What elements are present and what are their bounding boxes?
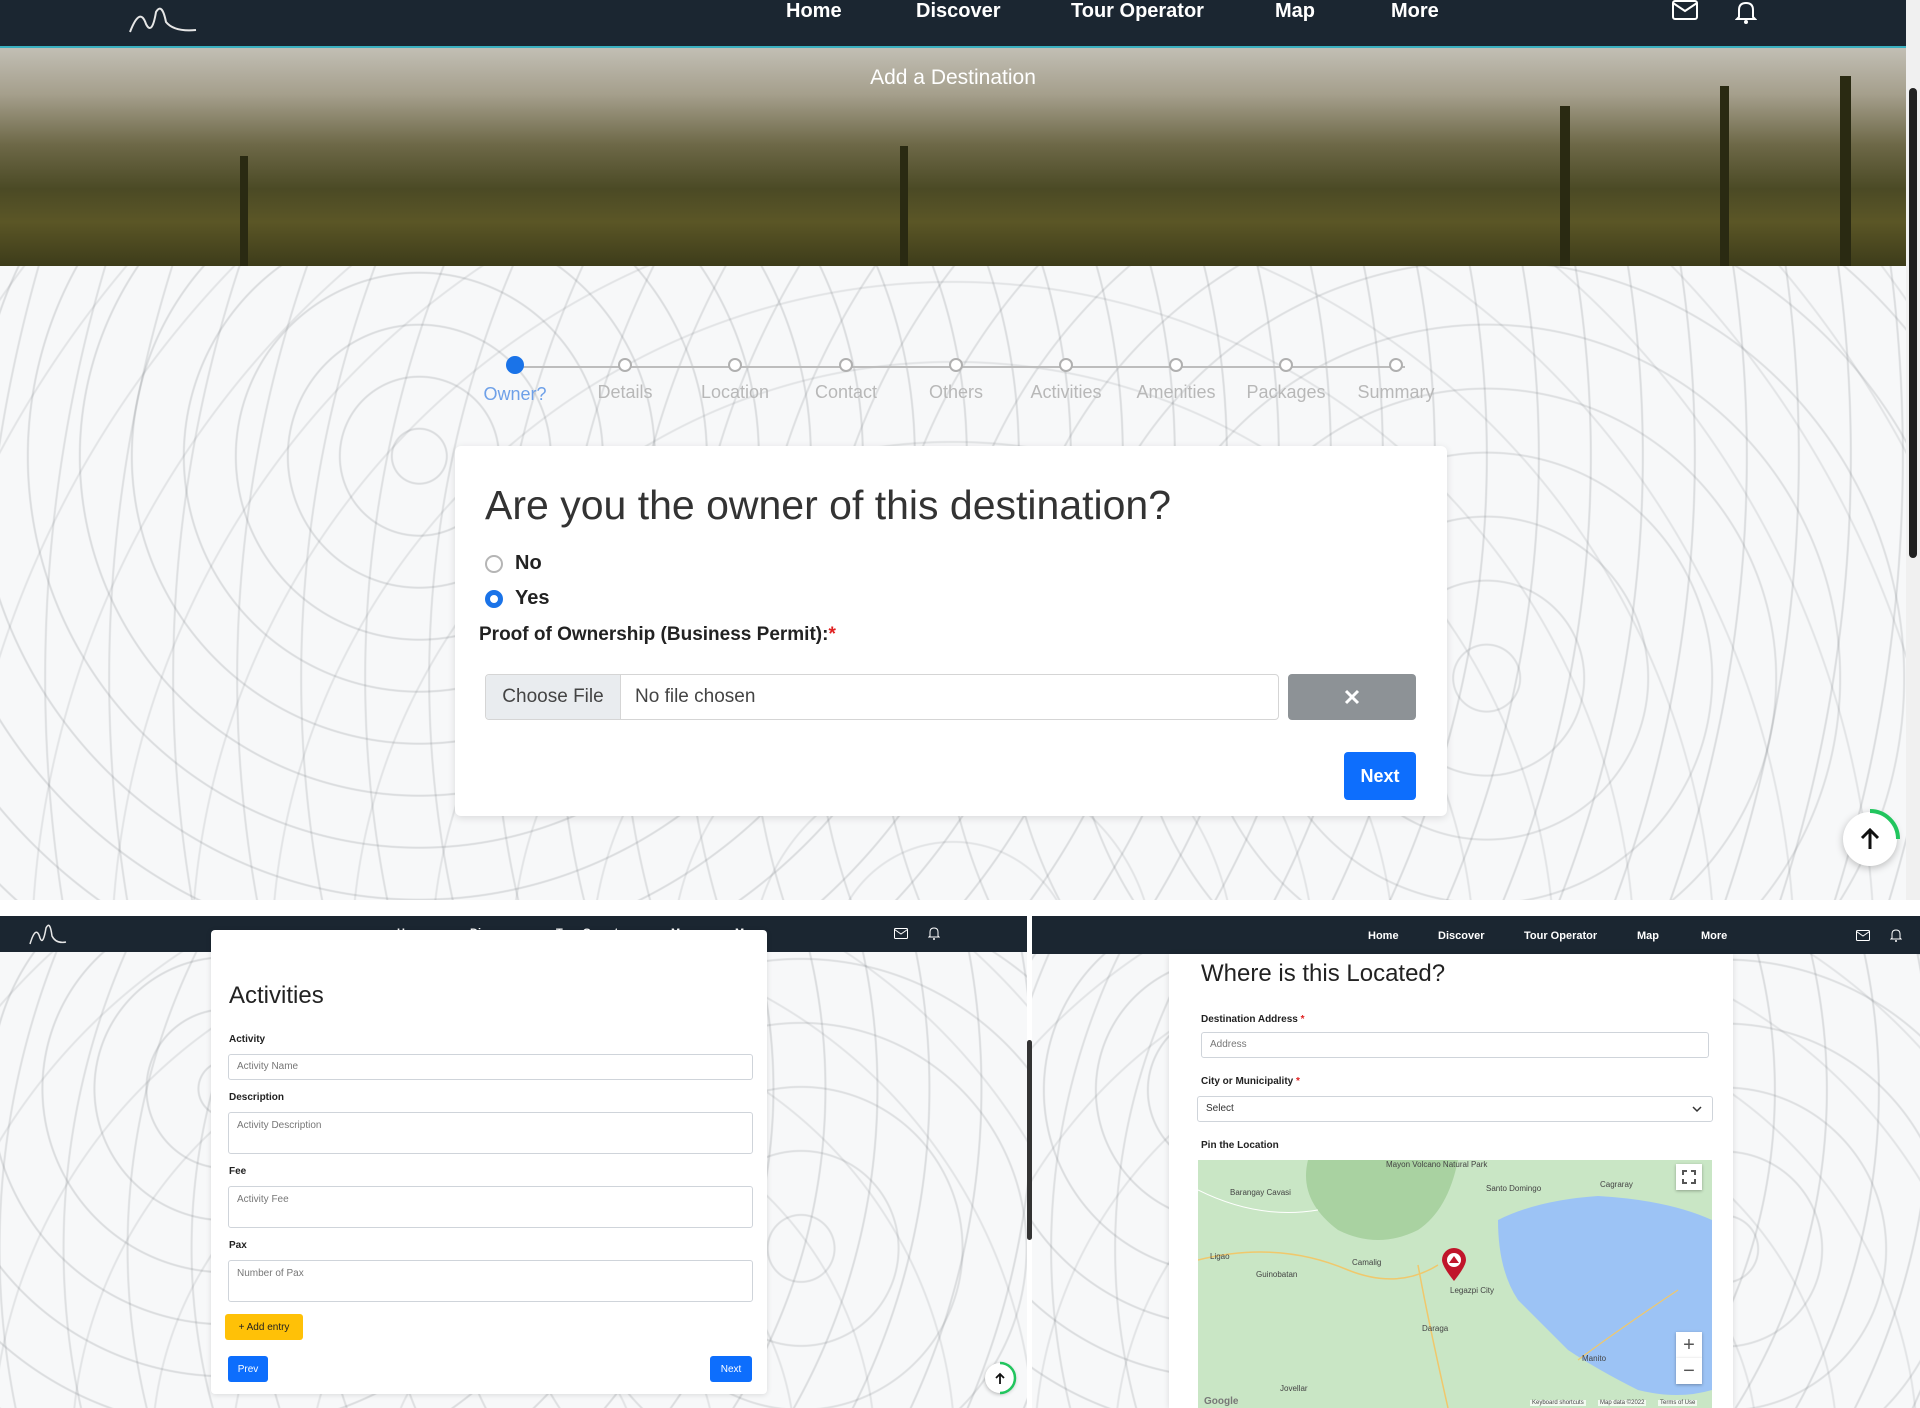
location-title: Where is this Located? — [1201, 960, 1446, 987]
fullscreen-icon — [1682, 1170, 1696, 1184]
proof-of-ownership-label: Proof of Ownership (Business Permit):* — [479, 624, 836, 645]
activity-description-input[interactable]: Activity Description — [228, 1112, 753, 1154]
chevron-down-icon — [1692, 1105, 1702, 1113]
step-amenities[interactable]: Amenities — [1121, 350, 1231, 403]
pin-location-label: Pin the Location — [1201, 1140, 1279, 1151]
scroll-to-top-button[interactable] — [1843, 809, 1900, 866]
fullscreen-button[interactable] — [1676, 1164, 1702, 1190]
pax-label: Pax — [229, 1240, 247, 1251]
nav-tour-operator[interactable]: Tour Operator — [1071, 0, 1204, 22]
step-packages[interactable]: Packages — [1231, 350, 1341, 403]
location-map[interactable]: Mayon Volcano Natural Park Barangay Cava… — [1198, 1160, 1712, 1408]
nav-map[interactable]: Map — [1275, 0, 1315, 22]
activities-title: Activities — [229, 982, 324, 1009]
nav-map[interactable]: Map — [1637, 930, 1659, 942]
number-of-pax-input[interactable]: Number of Pax — [228, 1260, 753, 1302]
step-activities[interactable]: Activities — [1011, 350, 1121, 403]
description-label: Description — [229, 1092, 285, 1103]
fee-label: Fee — [229, 1166, 247, 1177]
map-data-credit: Map data ©2022 — [1598, 1400, 1647, 1406]
nav-home[interactable]: Home — [786, 0, 842, 22]
map-terms-of-use[interactable]: Terms of Use — [1658, 1400, 1698, 1406]
nav-home[interactable]: Home — [1368, 930, 1399, 942]
hero-banner: Add a Destination — [0, 46, 1906, 266]
destination-address-label: Destination Address * — [1201, 1014, 1305, 1025]
main-panel: Add a Destination Home Discover Tour Ope… — [0, 0, 1920, 900]
logo-icon[interactable] — [126, 2, 198, 36]
city-select[interactable]: Select — [1197, 1096, 1713, 1122]
hero-title: Add a Destination — [870, 66, 1036, 89]
zoom-in-button[interactable]: + — [1676, 1332, 1702, 1358]
address-input[interactable]: Address — [1201, 1032, 1709, 1058]
bell-icon[interactable] — [1735, 0, 1757, 24]
nav-discover[interactable]: Discover — [916, 0, 1001, 22]
ownership-question: Are you the owner of this destination? — [485, 482, 1172, 528]
file-name-text: No file chosen — [635, 686, 756, 707]
map-pin-icon[interactable] — [1440, 1248, 1468, 1282]
form-stepper: Owner? Details Location Contact Others A… — [465, 350, 1465, 410]
radio-no-button[interactable] — [485, 554, 503, 573]
close-icon — [1344, 689, 1360, 705]
step-summary[interactable]: Summary — [1341, 350, 1451, 403]
radio-yes-button[interactable] — [485, 589, 503, 608]
radio-yes[interactable]: Yes — [485, 587, 549, 610]
step-location[interactable]: Location — [680, 350, 790, 403]
step-contact[interactable]: Contact — [791, 350, 901, 403]
step-owner[interactable]: Owner? — [460, 350, 570, 405]
ownership-card: Are you the owner of this destination? N… — [455, 446, 1447, 816]
logo-icon[interactable] — [28, 920, 68, 948]
mail-icon[interactable] — [1856, 930, 1870, 941]
mail-icon[interactable] — [894, 928, 908, 939]
radio-no[interactable]: No — [485, 552, 542, 575]
nav-more[interactable]: More — [1701, 930, 1727, 942]
choose-file-button[interactable]: Choose File — [486, 675, 621, 719]
add-entry-button[interactable]: + Add entry — [225, 1314, 303, 1340]
scroll-to-top-button[interactable] — [985, 1361, 1017, 1395]
map-brand: Google — [1204, 1396, 1239, 1407]
activity-fee-input[interactable]: Activity Fee — [228, 1186, 753, 1228]
next-button[interactable]: Next — [1344, 752, 1416, 800]
location-navbar: Home Discover Tour Operator Map More — [1032, 916, 1920, 954]
nav-discover[interactable]: Discover — [1438, 930, 1484, 942]
clear-file-button[interactable] — [1288, 674, 1416, 720]
bell-icon[interactable] — [1890, 929, 1902, 942]
nav-more[interactable]: More — [1391, 0, 1439, 22]
prev-button[interactable]: Prev — [228, 1356, 268, 1382]
city-label: City or Municipality * — [1201, 1076, 1300, 1087]
panel-divider — [0, 900, 1920, 916]
page-scrollbar[interactable] — [1906, 0, 1920, 900]
bell-icon[interactable] — [928, 927, 940, 940]
step-others[interactable]: Others — [901, 350, 1011, 403]
main-navbar: Home Discover Tour Operator Map More — [0, 0, 1906, 48]
activities-card: Activities Activity Activity Name Descri… — [211, 930, 767, 1394]
mail-icon[interactable] — [1672, 0, 1698, 20]
activity-label: Activity — [229, 1034, 266, 1045]
activity-name-input[interactable]: Activity Name — [228, 1054, 753, 1080]
nav-tour-operator[interactable]: Tour Operator — [1524, 930, 1597, 942]
step-details[interactable]: Details — [570, 350, 680, 403]
map-keyboard-shortcuts[interactable]: Keyboard shortcuts — [1530, 1400, 1586, 1406]
zoom-out-button[interactable]: − — [1676, 1358, 1702, 1384]
file-input[interactable]: Choose File No file chosen — [485, 674, 1279, 720]
next-button[interactable]: Next — [710, 1356, 752, 1382]
